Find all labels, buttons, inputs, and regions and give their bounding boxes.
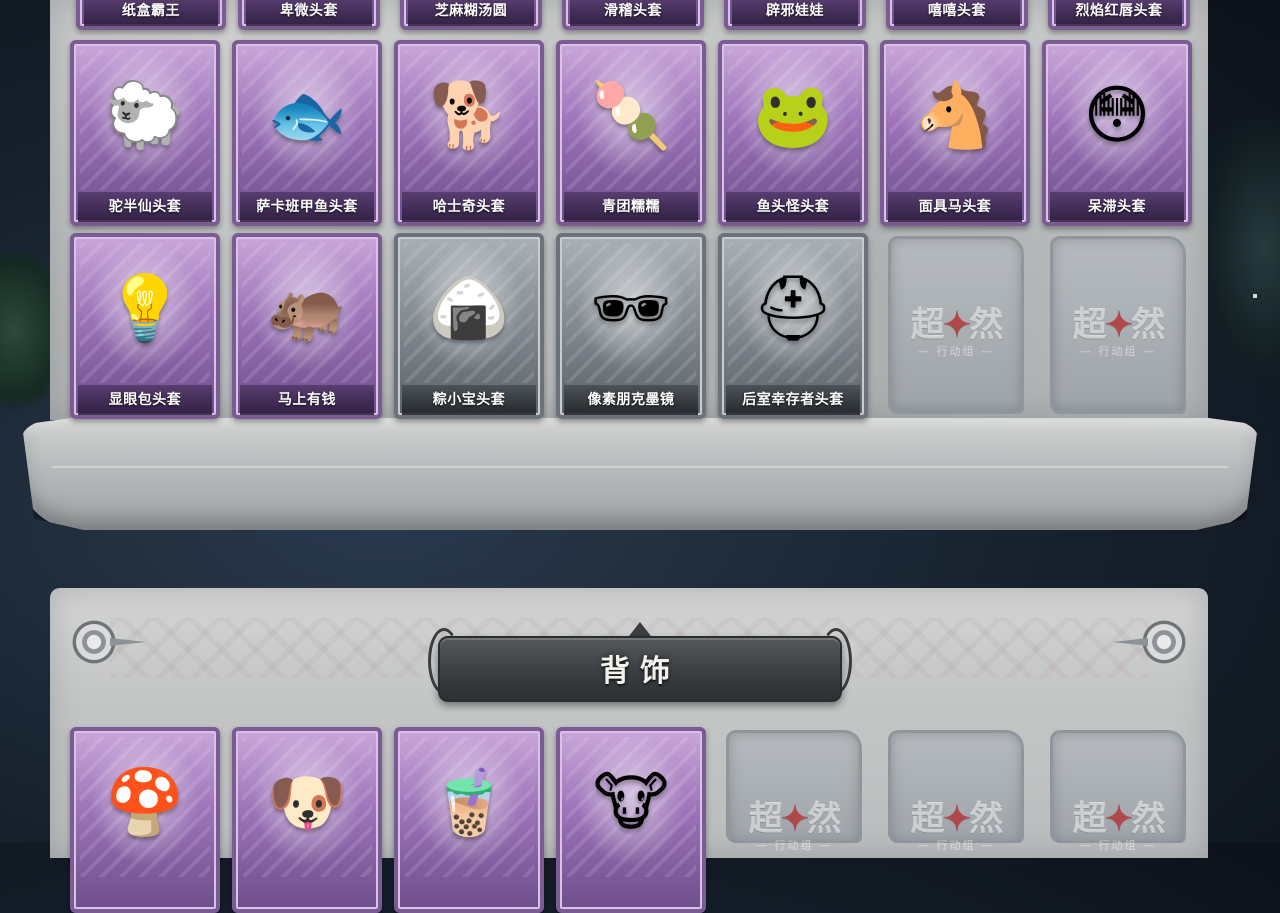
brand-logo: 超✦然 xyxy=(748,799,842,839)
section-banner: 背饰 xyxy=(428,622,852,710)
item-card[interactable]: 🍡 青团糯糯 xyxy=(556,40,706,226)
empty-card: 超✦然 — 行动组 — xyxy=(726,730,862,852)
item-name: 滑稽头套 xyxy=(570,0,696,26)
section-title: 背饰 xyxy=(600,654,680,689)
item-card[interactable]: 🐸 鱼头怪头套 xyxy=(718,40,868,226)
item-card[interactable]: 辟邪娃娃 xyxy=(724,0,866,30)
item-card[interactable]: 🐟 萨卡班甲鱼头套 xyxy=(232,40,382,226)
lightbulb-crown-icon: 💡 xyxy=(105,272,185,346)
item-card[interactable]: 🍄 xyxy=(70,727,220,913)
ornament-left-icon xyxy=(70,618,118,666)
item-card[interactable]: 嘻嘻头套 xyxy=(886,0,1028,30)
item-name: 像素朋克墨镜 xyxy=(564,385,698,415)
item-card[interactable]: 卑微头套 xyxy=(238,0,380,30)
item-card[interactable]: 😳 呆滞头套 xyxy=(1042,40,1192,226)
item-card[interactable]: 🕶 像素朋克墨镜 xyxy=(556,233,706,419)
mushroom-lamp-icon: 🍄 xyxy=(105,766,185,840)
fish-monster-icon: 🐸 xyxy=(753,79,833,153)
item-name: 哈士奇头套 xyxy=(402,192,536,222)
scroll-bottom-edge xyxy=(22,418,1258,530)
empty-card: 超✦然 — 行动组 — xyxy=(888,730,1024,852)
item-name: 纸盒霸王 xyxy=(84,0,218,26)
horse-mask-icon: 🐴 xyxy=(915,79,995,153)
item-name: 烈焰红唇头套 xyxy=(1056,0,1182,26)
green-rice-ball-icon: 🍡 xyxy=(591,79,671,153)
item-card[interactable]: 💡 显眼包头套 xyxy=(70,233,220,419)
empty-card: 超✦然 — 行动组 — xyxy=(1050,730,1186,852)
item-card[interactable]: 🦛 马上有钱 xyxy=(232,233,382,419)
alpaca-sunglasses-icon: 🐑 xyxy=(105,79,185,153)
empty-card: 超✦然 — 行动组 — xyxy=(888,236,1024,414)
zongzi-icon: 🍙 xyxy=(429,272,509,346)
brand-logo-sub: — 行动组 — xyxy=(918,345,994,358)
fish-head-icon: 🐟 xyxy=(267,79,347,153)
brand-logo: 超✦然 xyxy=(910,799,1004,839)
brand-logo-sub: — 行动组 — xyxy=(918,839,994,852)
item-card[interactable]: 滑稽头套 xyxy=(562,0,704,30)
dog-top-hat-icon: 🐶 xyxy=(267,766,347,840)
item-card[interactable]: 🐕 哈士奇头套 xyxy=(394,40,544,226)
item-name: 面具马头套 xyxy=(888,192,1022,222)
item-card[interactable]: 🧋 xyxy=(394,727,544,913)
background-sparkle xyxy=(1253,294,1257,298)
gas-mask-helmet-icon: ⛑ xyxy=(752,272,834,346)
brand-logo: 超✦然 xyxy=(910,305,1004,345)
item-name: 辟邪娃娃 xyxy=(732,0,858,26)
brand-logo-sub: — 行动组 — xyxy=(1080,345,1156,358)
brand-logo-sub: — 行动组 — xyxy=(1080,839,1156,852)
background-foliage-right xyxy=(1200,120,1280,380)
item-name: 显眼包头套 xyxy=(78,385,212,415)
red-horse-icon: 🦛 xyxy=(267,272,347,346)
item-card[interactable]: 芝麻糊汤圆 xyxy=(400,0,542,30)
dazed-face-icon: 😳 xyxy=(1083,79,1151,153)
item-card[interactable]: 纸盒霸王 xyxy=(76,0,226,30)
brand-logo: 超✦然 xyxy=(1072,799,1166,839)
item-name: 嘻嘻头套 xyxy=(894,0,1020,26)
item-name: 青团糯糯 xyxy=(564,192,698,222)
item-name: 卑微头套 xyxy=(246,0,372,26)
milk-tea-icon: 🧋 xyxy=(429,766,509,840)
item-name: 呆滞头套 xyxy=(1050,192,1184,222)
empty-card: 超✦然 — 行动组 — xyxy=(1050,236,1186,414)
item-card[interactable]: 🐮 xyxy=(556,727,706,913)
item-name: 芝麻糊汤圆 xyxy=(408,0,534,26)
item-card[interactable]: 🐴 面具马头套 xyxy=(880,40,1030,226)
item-name: 粽小宝头套 xyxy=(402,385,536,415)
husky-sunglasses-icon: 🐕 xyxy=(429,79,509,153)
item-name: 马上有钱 xyxy=(240,385,374,415)
pixel-sunglasses-icon: 🕶 xyxy=(590,272,672,346)
cow-bucket-icon: 🐮 xyxy=(593,766,669,840)
item-card[interactable]: 🐑 驼半仙头套 xyxy=(70,40,220,226)
item-card[interactable]: 🍙 粽小宝头套 xyxy=(394,233,544,419)
item-card[interactable]: 烈焰红唇头套 xyxy=(1048,0,1190,30)
item-name: 驼半仙头套 xyxy=(78,192,212,222)
item-card[interactable]: 🐶 xyxy=(232,727,382,913)
brand-logo: 超✦然 xyxy=(1072,305,1166,345)
item-name: 鱼头怪头套 xyxy=(726,192,860,222)
brand-logo-sub: — 行动组 — xyxy=(756,839,832,852)
ornament-right-icon xyxy=(1140,618,1188,666)
item-name: 萨卡班甲鱼头套 xyxy=(240,192,374,222)
item-name: 后室幸存者头套 xyxy=(726,385,860,415)
item-card[interactable]: ⛑ 后室幸存者头套 xyxy=(718,233,868,419)
